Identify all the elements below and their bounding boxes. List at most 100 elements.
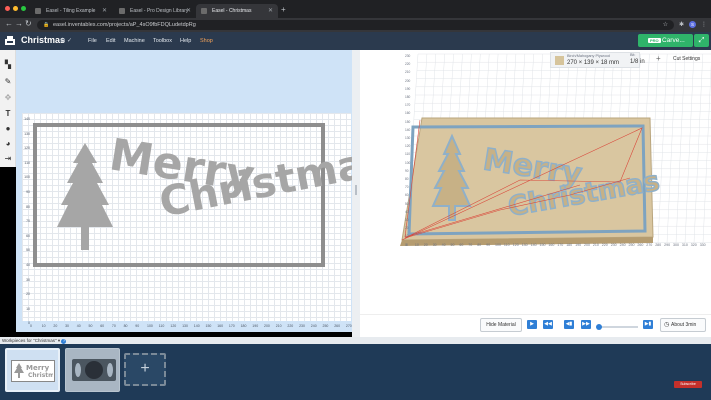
x-tick-label: 220 bbox=[287, 324, 294, 328]
preview-x-tick-label: 290 bbox=[664, 243, 671, 247]
youtube-subscribe-badge[interactable]: Subscribe bbox=[674, 381, 702, 388]
browser-tab-1[interactable]: Easel - Tiling Example ✕ bbox=[30, 4, 112, 18]
preview-y-axis: 230 220 210 200 190 180 170 160 150 140 130 120 110 1… bbox=[405, 50, 415, 250]
workpiece-thumbnail bbox=[72, 359, 116, 381]
easel-favicon-icon bbox=[35, 8, 41, 14]
rewind-icon[interactable]: ◀◀ bbox=[543, 320, 553, 329]
workpiece-2[interactable] bbox=[65, 348, 120, 392]
progress-slider[interactable] bbox=[596, 324, 638, 330]
bit-selector[interactable]: Bit: 1/8 in bbox=[626, 52, 656, 68]
close-tab-icon[interactable]: ✕ bbox=[268, 7, 273, 14]
window-controls[interactable] bbox=[5, 6, 26, 11]
project-title[interactable]: Christmas bbox=[21, 35, 65, 45]
preview-x-tick-label: 160 bbox=[548, 243, 555, 247]
preview-x-tick-label: 260 bbox=[637, 243, 644, 247]
bookmark-star-icon[interactable]: ☆ bbox=[663, 21, 668, 28]
workpieces-dropdown-icon[interactable]: ▾ bbox=[58, 338, 60, 343]
preview-x-tick-label: 90 bbox=[486, 243, 491, 247]
y-tick-label: 80 bbox=[26, 204, 30, 209]
christmas-tree-shape[interactable] bbox=[57, 143, 113, 250]
estimated-time-button[interactable]: ◷ About 3min bbox=[660, 318, 706, 332]
easel-logo-icon[interactable] bbox=[5, 36, 15, 45]
x-tick-label: 260 bbox=[334, 324, 341, 328]
carve-button[interactable]: PRO Carve... bbox=[638, 34, 693, 47]
preview-y-tick-label: 80 bbox=[405, 177, 409, 181]
close-tab-icon[interactable]: ✕ bbox=[102, 7, 107, 14]
menu-toolbox[interactable]: Toolbox bbox=[153, 38, 172, 44]
maximize-window-dot[interactable] bbox=[21, 6, 26, 11]
shapes-icon[interactable]: ▚ bbox=[3, 60, 13, 70]
menu-edit[interactable]: Edit bbox=[106, 38, 115, 44]
text-icon[interactable]: T bbox=[3, 109, 13, 119]
x-tick-label: 210 bbox=[275, 324, 282, 328]
y-tick-label: 30 bbox=[26, 277, 30, 282]
preview-x-tick-label: 210 bbox=[592, 243, 599, 247]
app-header: Christmas ⚙ ✓ File Edit Machine Toolbox … bbox=[0, 32, 711, 50]
menu-help[interactable]: Help bbox=[180, 38, 191, 44]
3d-preview-panel[interactable]: Merry Christmas 230 220 210 200 190 180 170 160… bbox=[360, 50, 711, 337]
browser-tab-2[interactable]: Easel - Pro Design Library ✕ bbox=[114, 4, 196, 18]
close-window-dot[interactable] bbox=[5, 6, 10, 11]
workpiece-christmas[interactable]: Merry Christmas bbox=[5, 348, 62, 392]
preview-controls: Hide Material ▶ ◀◀ 1x ◀▮ ▶▶ ▶▮ ◷ About 3… bbox=[360, 314, 711, 337]
divider-grip[interactable] bbox=[355, 185, 357, 195]
play-icon[interactable]: ▶ bbox=[527, 320, 537, 329]
menu-machine[interactable]: Machine bbox=[124, 38, 145, 44]
step-back-icon[interactable]: ◀▮ bbox=[564, 320, 574, 329]
url-input[interactable]: 🔒 easel.inventables.com/projects/aP_4sO9… bbox=[37, 20, 674, 30]
x-tick-label: 0 bbox=[30, 324, 32, 328]
slider-knob[interactable] bbox=[596, 324, 602, 330]
back-icon[interactable]: ← bbox=[5, 19, 13, 28]
preview-x-tick-label: 70 bbox=[468, 243, 473, 247]
preview-x-tick-label: 170 bbox=[557, 243, 564, 247]
minimize-window-dot[interactable] bbox=[13, 6, 18, 11]
preview-x-tick-label: 30 bbox=[432, 243, 437, 247]
browser-tab-3[interactable]: Easel - Christmas ✕ bbox=[196, 4, 278, 18]
add-workpiece-button[interactable]: + bbox=[124, 353, 166, 386]
preview-x-tick-label: 180 bbox=[566, 243, 573, 247]
x-tick-label: 180 bbox=[240, 324, 247, 328]
extension-puzzle-icon[interactable]: ✱ bbox=[679, 21, 684, 28]
hide-material-button[interactable]: Hide Material bbox=[480, 318, 522, 332]
close-tab-icon[interactable]: ✕ bbox=[186, 7, 191, 14]
expand-icon[interactable]: ⤢ bbox=[694, 34, 709, 47]
pro-badge: PRO bbox=[648, 38, 661, 43]
add-bit-icon[interactable]: + bbox=[656, 54, 661, 63]
menu-file[interactable]: File bbox=[88, 38, 97, 44]
y-tick-label: 10 bbox=[26, 306, 30, 311]
design-canvas[interactable]: Merry Christmas 140 130 120 110 100 90 80 70 60 5… bbox=[16, 50, 393, 386]
profile-avatar[interactable]: S bbox=[689, 21, 696, 28]
preview-y-tick-label: 70 bbox=[405, 185, 409, 190]
preview-y-tick-label: 140 bbox=[405, 127, 411, 132]
browser-menu-icon[interactable]: ⋮ bbox=[701, 21, 707, 28]
3d-shape-icon[interactable]: ◕ bbox=[3, 139, 13, 149]
node-edit-icon[interactable]: ✥ bbox=[3, 93, 13, 103]
panel-divider[interactable] bbox=[352, 50, 360, 337]
estimated-time-text: About 3min bbox=[671, 322, 697, 328]
workpieces-bar: Merry Christmas + bbox=[0, 344, 711, 400]
preview-x-tick-label: 60 bbox=[459, 243, 464, 247]
preview-y-tick-label: 60 bbox=[405, 193, 409, 198]
project-status-icons[interactable]: ⚙ ✓ bbox=[60, 37, 72, 44]
fast-forward-icon[interactable]: ▶▶ bbox=[581, 320, 591, 329]
menu-shop[interactable]: Shop bbox=[200, 38, 213, 44]
import-icon[interactable]: ⇥ bbox=[3, 154, 13, 164]
bit-value: 1/8 in bbox=[630, 59, 645, 65]
svg-text:Christmas: Christmas bbox=[28, 372, 53, 379]
preview-y-tick-label: 110 bbox=[405, 152, 411, 157]
url-text: easel.inventables.com/projects/aP_4sO9fb… bbox=[53, 22, 196, 28]
reload-icon[interactable]: ↻ bbox=[25, 19, 32, 28]
apple-icon[interactable]: ● bbox=[3, 124, 13, 134]
y-tick-label: 20 bbox=[26, 292, 30, 297]
x-tick-label: 90 bbox=[135, 324, 140, 328]
forward-icon[interactable]: → bbox=[15, 19, 23, 28]
x-tick-label: 270 bbox=[345, 324, 352, 328]
cut-settings-button[interactable]: Cut Settings bbox=[673, 56, 700, 62]
tab-title: Easel - Tiling Example bbox=[46, 8, 96, 14]
pen-icon[interactable]: ✎ bbox=[3, 77, 13, 87]
x-tick-label: 230 bbox=[299, 324, 305, 328]
x-tick-label: 250 bbox=[322, 324, 329, 328]
new-tab-button[interactable]: + bbox=[281, 5, 286, 14]
x-tick-label: 140 bbox=[193, 324, 200, 328]
skip-end-icon[interactable]: ▶▮ bbox=[643, 320, 653, 329]
